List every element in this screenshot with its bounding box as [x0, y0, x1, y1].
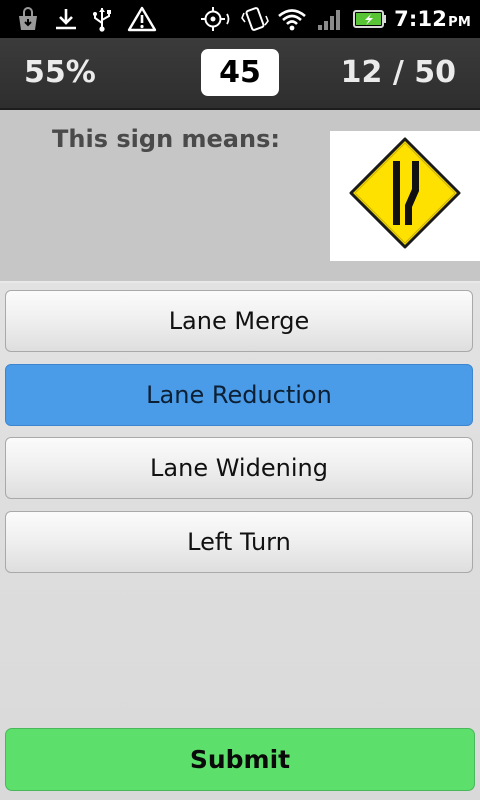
warning-icon — [127, 6, 157, 32]
question-progress: 12 / 50 — [340, 55, 456, 90]
gps-icon — [201, 7, 230, 31]
sign-image — [330, 131, 480, 261]
battery-charging-icon — [353, 10, 386, 28]
status-time-ampm: PM — [448, 15, 471, 30]
answer-option-lane-widening[interactable]: Lane Widening — [5, 437, 473, 499]
answer-option-lane-reduction[interactable]: Lane Reduction — [5, 364, 473, 426]
submit-button[interactable]: Submit — [5, 728, 475, 791]
question-panel: This sign means: — [0, 110, 480, 283]
status-time-value: 7:12 — [394, 7, 448, 31]
status-bar: 7:12PM — [0, 0, 480, 38]
countdown-timer: 45 — [201, 49, 279, 96]
quiz-header: 55% 45 12 / 50 — [0, 38, 480, 110]
shopping-bag-icon — [19, 7, 37, 30]
wifi-icon — [278, 9, 306, 31]
answers-area: Lane Merge Lane Reduction Lane Widening … — [0, 283, 480, 800]
signal-icon — [318, 10, 340, 30]
vibrate-icon — [241, 7, 269, 31]
usb-icon — [93, 8, 111, 32]
status-time: 7:12PM — [394, 7, 471, 31]
answer-option-lane-merge[interactable]: Lane Merge — [5, 290, 473, 352]
lane-reduction-sign-icon — [349, 137, 461, 249]
question-text: This sign means: — [52, 125, 280, 153]
download-icon — [56, 9, 76, 30]
score-percent: 55% — [24, 55, 96, 90]
answer-option-left-turn[interactable]: Left Turn — [5, 511, 473, 573]
